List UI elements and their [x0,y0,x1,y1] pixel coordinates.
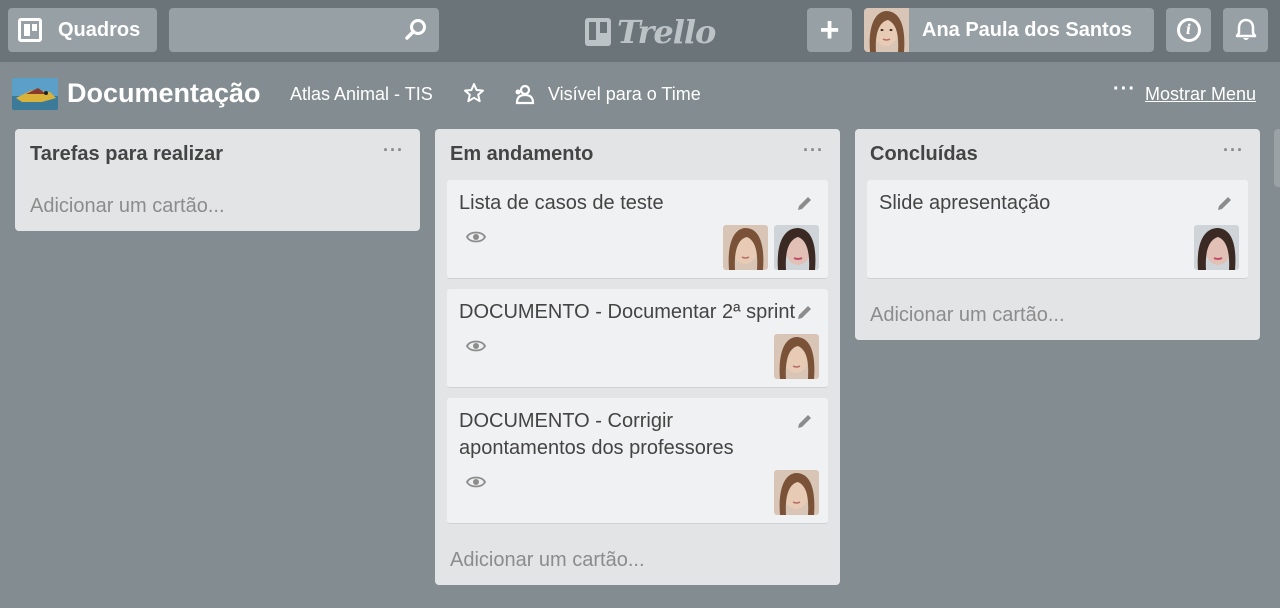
menu-dots-icon[interactable]: ··· [1113,78,1136,101]
logo-text: Trello [617,13,716,51]
add-card-link[interactable]: Adicionar um cartão... [450,549,645,572]
top-bar: Quadros Trello + Ana Paula dos Santos i [0,0,1280,62]
add-card-link[interactable]: Adicionar um cartão... [30,195,225,218]
avatar[interactable] [723,225,768,270]
pencil-icon[interactable] [796,194,814,212]
team-visibility-icon[interactable] [514,83,536,105]
search-input[interactable] [169,10,389,50]
boards-label: Quadros [58,18,141,41]
list-concluidas: Concluídas ··· Slide apresentação Adicio… [855,129,1260,340]
list-tarefas: Tarefas para realizar ··· Adicionar um c… [15,129,420,231]
avatar[interactable] [1194,225,1239,270]
info-icon: i [1176,18,1201,42]
avatar[interactable] [774,470,819,515]
bell-icon [1235,18,1256,40]
user-name: Ana Paula dos Santos [922,18,1133,41]
visibility-button[interactable]: Visível para o Time [548,84,701,105]
search-box[interactable] [169,8,439,52]
show-menu-link[interactable]: Mostrar Menu [1145,84,1256,105]
pencil-icon[interactable] [1216,194,1234,212]
add-card-link[interactable]: Adicionar um cartão... [870,304,1065,327]
trello-logo[interactable]: Trello [585,13,716,51]
list-em-andamento: Em andamento ··· Lista de casos de teste… [435,129,840,585]
pencil-icon[interactable] [796,303,814,321]
avatar[interactable] [774,225,819,270]
card[interactable]: Lista de casos de teste [447,180,828,279]
star-icon[interactable] [463,82,485,104]
card[interactable]: Slide apresentação [867,180,1248,279]
avatar[interactable] [774,334,819,379]
eye-icon [466,340,486,352]
eye-icon [466,231,486,243]
trello-logo-icon [585,18,611,46]
member-menu-button[interactable]: Ana Paula dos Santos [864,8,1154,52]
board-header: Documentação Atlas Animal - TIS Visível … [0,72,1280,116]
board-background-thumbnail[interactable] [12,78,58,110]
pencil-icon[interactable] [796,412,814,430]
avatar [864,8,909,52]
search-icon[interactable] [405,18,427,40]
list-menu-icon[interactable]: ··· [803,140,824,161]
card-title: DOCUMENTO - Documentar 2ª sprint [459,301,795,323]
boards-icon [18,18,42,42]
team-name[interactable]: Atlas Animal - TIS [290,84,433,105]
list-title[interactable]: Em andamento [450,143,593,166]
card[interactable]: DOCUMENTO - Corrigir apontamentos dos pr… [447,398,828,524]
horizontal-scroll-handle[interactable] [1274,129,1280,187]
list-title[interactable]: Tarefas para realizar [30,143,223,166]
list-menu-icon[interactable]: ··· [383,140,404,161]
info-button[interactable]: i [1166,8,1211,52]
boards-button[interactable]: Quadros [8,8,157,52]
plus-icon: + [819,10,840,49]
add-button[interactable]: + [807,8,852,52]
card-title: Slide apresentação [879,192,1051,214]
card[interactable]: DOCUMENTO - Documentar 2ª sprint [447,289,828,388]
board-title[interactable]: Documentação [67,78,261,109]
list-title[interactable]: Concluídas [870,143,978,166]
eye-icon [466,476,486,488]
notifications-button[interactable] [1223,8,1268,52]
list-menu-icon[interactable]: ··· [1223,140,1244,161]
card-title: DOCUMENTO - Corrigir apontamentos dos pr… [459,410,734,459]
card-title: Lista de casos de teste [459,192,664,214]
